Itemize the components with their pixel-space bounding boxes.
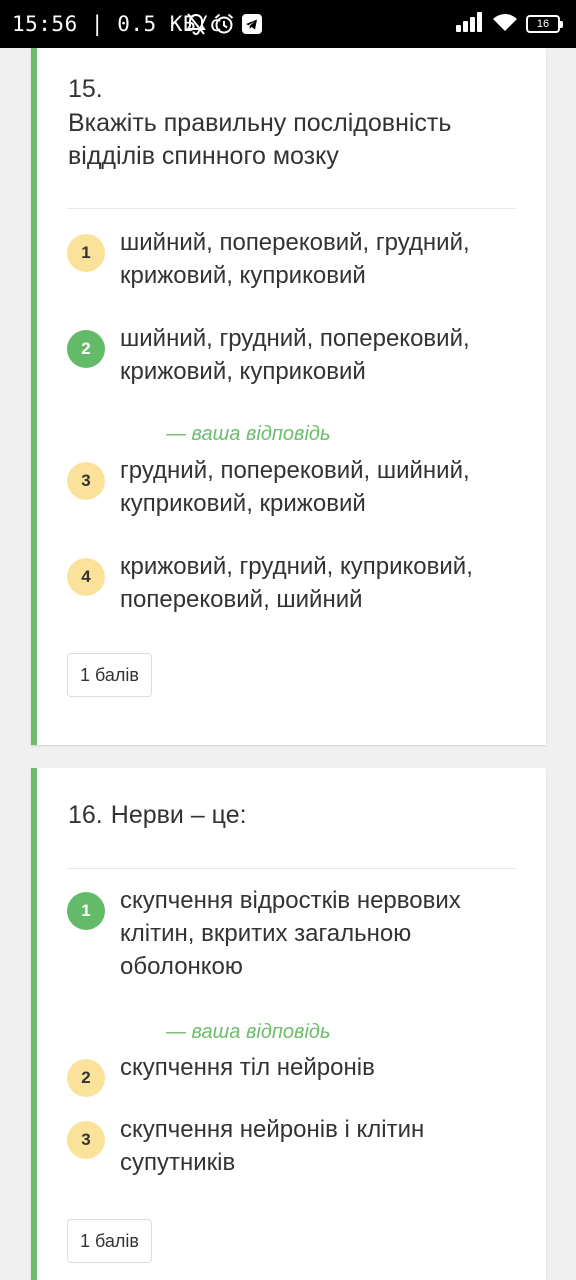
mute-bell-icon [185, 12, 207, 40]
option-number-badge-correct: 1 [67, 892, 105, 930]
your-answer-label: — ваша відповідь [166, 1021, 331, 1043]
divider [67, 208, 516, 209]
your-answer-label: — ваша відповідь [166, 423, 331, 445]
option-text: грудний, поперековий, шийний, куприковий… [120, 457, 470, 517]
option-number-badge: 4 [67, 558, 105, 596]
card-accent-bar [31, 768, 37, 1280]
option-number-badge: 2 [67, 1059, 105, 1097]
option-number-badge: 1 [67, 234, 105, 272]
option-text: крижовий, грудний, куприковий, попереков… [120, 553, 473, 613]
question-number: 15. [68, 75, 103, 103]
signal-icon [456, 12, 484, 36]
question-header: 16. Нерви – це: [68, 799, 516, 832]
wifi-icon [492, 12, 518, 36]
option-text: скупчення тіл нейронів [120, 1054, 375, 1081]
points-badge: 1 балів [67, 653, 152, 697]
option-text: скупчення нейронів і клітин супутників [120, 1116, 425, 1176]
card-accent-bar [31, 48, 37, 745]
status-right: 16 [456, 12, 563, 36]
option-text: шийний, поперековий, грудний, крижовий, … [120, 229, 470, 289]
option-number-badge: 3 [67, 1121, 105, 1159]
telegram-icon [241, 13, 263, 39]
notification-icons [185, 12, 263, 40]
status-time: 15:56 [12, 12, 78, 36]
question-number: 16. [68, 801, 103, 829]
question-text: Вкажіть правильну послідовність відділів… [68, 109, 452, 170]
battery-icon: 16 [526, 15, 563, 33]
question-card-16: 16. Нерви – це: 1 скупчення відростків н… [31, 768, 546, 1280]
status-bar: 15:56 | 0.5 КБ/с 16 [0, 0, 576, 48]
option-number-badge-correct: 2 [67, 330, 105, 368]
option-number-badge: 3 [67, 462, 105, 500]
divider [67, 868, 516, 869]
alarm-clock-icon [213, 12, 235, 40]
option-text: скупчення відростків нервових клітин, вк… [120, 887, 461, 980]
question-card-15: 15. Вкажіть правильну послідовність відд… [31, 48, 546, 745]
points-badge: 1 балів [67, 1219, 152, 1263]
battery-level: 16 [536, 18, 550, 30]
status-separator: | [90, 12, 105, 36]
option-text: шийний, грудний, поперековий, крижовий, … [120, 325, 470, 385]
question-text: Нерви – це: [110, 801, 247, 829]
